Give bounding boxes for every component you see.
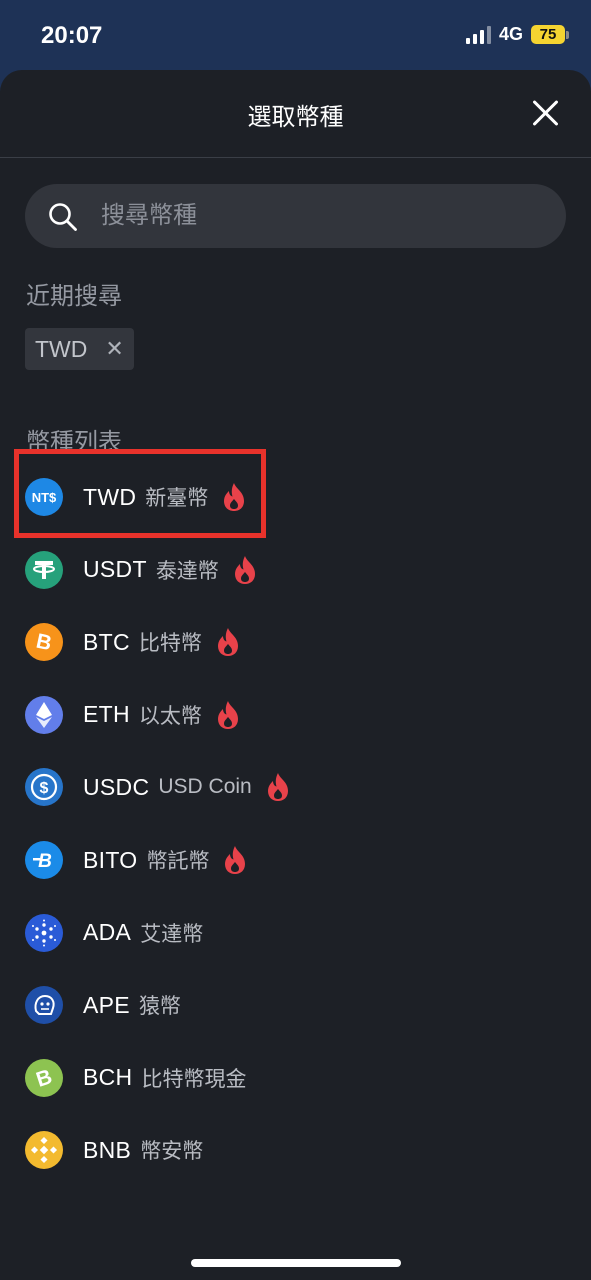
recent-search-chip-label: TWD <box>35 335 88 362</box>
currency-name: 幣安幣 <box>140 1140 204 1164</box>
currency-name: 比特幣現金 <box>141 1067 247 1091</box>
currency-name: 以太幣 <box>138 704 202 728</box>
recent-search-chip[interactable]: TWD ✕ <box>25 328 134 370</box>
search-icon <box>49 203 77 231</box>
currency-symbol: BITO <box>83 846 138 873</box>
network-type: 4G <box>498 24 523 44</box>
currency-row-ape[interactable]: APE 猿幣 <box>25 977 181 1033</box>
sheet-header: 選取幣種 <box>0 70 591 158</box>
currency-name: 比特幣 <box>138 632 202 656</box>
currency-symbol: APE <box>83 991 130 1018</box>
apecoin-icon <box>25 986 63 1025</box>
ethereum-icon <box>25 695 63 734</box>
currency-symbol: BCH <box>83 1064 133 1091</box>
currency-symbol: ETH <box>83 701 130 728</box>
currency-symbol: BNB <box>83 1136 132 1163</box>
currency-symbol: ADA <box>83 919 132 946</box>
currency-name: 猿幣 <box>138 995 181 1019</box>
svg-text:B: B <box>34 630 54 656</box>
battery-icon: 75 <box>531 25 569 44</box>
currency-name: 幣託幣 <box>146 850 210 873</box>
hot-flame-icon <box>264 772 292 802</box>
tether-icon <box>25 550 63 589</box>
cardano-icon <box>25 913 63 952</box>
hot-flame-icon <box>221 845 249 875</box>
currency-row-usdc[interactable]: $ USDC USD Coin <box>25 759 292 815</box>
remove-recent-icon[interactable]: ✕ <box>105 338 123 360</box>
search-input[interactable] <box>101 198 541 234</box>
svg-text:B: B <box>38 851 52 872</box>
svg-text:$: $ <box>40 780 49 797</box>
sheet-title: 選取幣種 <box>247 104 344 131</box>
select-currency-sheet: 選取幣種 近期搜尋 TWD ✕ 幣種列表 NT$TWD新臺幣USDT泰達幣BBT… <box>0 70 591 1280</box>
home-indicator <box>191 1259 401 1267</box>
close-button[interactable] <box>531 98 561 128</box>
status-time: 20:07 <box>41 22 103 49</box>
currency-symbol: BTC <box>83 628 130 655</box>
usdc-icon: $ <box>25 768 63 807</box>
status-indicators: 4G 75 <box>465 24 569 45</box>
currency-symbol: USDT <box>83 556 147 583</box>
currency-symbol: USDC <box>83 773 150 800</box>
currency-row-eth[interactable]: ETH 以太幣 <box>25 687 242 743</box>
hot-flame-icon <box>214 700 242 730</box>
hot-flame-icon <box>231 555 259 585</box>
svg-text:B: B <box>33 1065 55 1092</box>
currency-row-bnb[interactable]: BNB 幣安幣 <box>25 1122 203 1178</box>
currency-name: 艾達幣 <box>140 922 204 946</box>
hot-flame-icon <box>214 627 242 657</box>
currency-name: 泰達幣 <box>155 559 219 583</box>
currency-row-usdt[interactable]: USDT 泰達幣 <box>25 542 259 598</box>
battery-level: 75 <box>531 25 565 44</box>
currency-name: USD Coin <box>158 775 252 799</box>
signal-strength-icon <box>465 25 491 44</box>
search-bar[interactable] <box>25 184 566 248</box>
currency-row-bch[interactable]: B BCH 比特幣現金 <box>25 1050 246 1106</box>
bitcoin-icon: B <box>25 623 63 662</box>
currency-row-btc[interactable]: B BTC 比特幣 <box>25 614 242 670</box>
recent-search-label: 近期搜尋 <box>26 283 122 310</box>
currency-row-bito[interactable]: B BITO 幣託幣 <box>25 832 249 888</box>
status-bar: 20:07 4G 75 <box>0 0 591 70</box>
bito-icon: B <box>25 841 63 879</box>
highlight-annotation <box>14 449 266 538</box>
binance-icon <box>25 1131 63 1170</box>
bitcoin-cash-icon: B <box>25 1058 63 1097</box>
currency-row-ada[interactable]: ADA 艾達幣 <box>25 905 203 961</box>
